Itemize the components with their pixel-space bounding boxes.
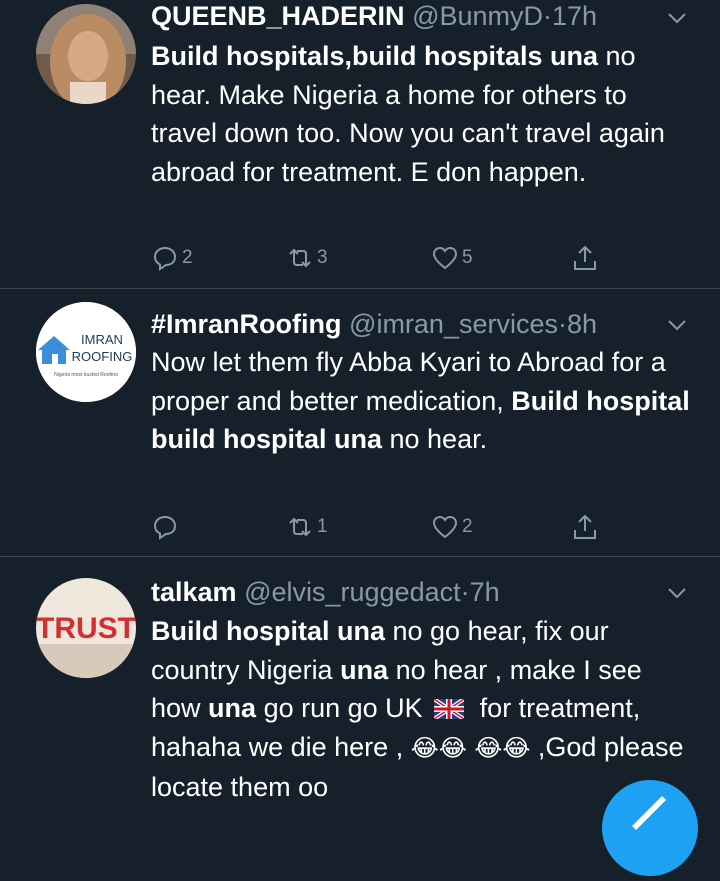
display-name[interactable]: #ImranRoofing [151,309,342,339]
separator-dot: · [558,309,567,339]
user-handle[interactable]: @BunmyD [412,1,543,31]
laughing-emoji: 😂😂 [474,734,531,762]
compose-tweet-button[interactable] [602,780,698,876]
avatar-logo-word: TRUST [36,612,136,645]
separator-dot: · [460,577,470,607]
separator-dot: · [543,1,553,31]
tweet-actions: 2 3 5 [151,243,611,273]
avatar-logo-line2: ROOFING [72,349,133,364]
uk-flag-icon [434,699,465,719]
retweet-button[interactable]: 3 [286,243,328,273]
share-button[interactable] [571,512,602,542]
like-button[interactable]: 5 [431,243,473,273]
laughing-emoji: 😂😂 [410,734,467,762]
like-button[interactable]: 2 [431,512,473,542]
compose-icon [632,796,666,830]
tweet-actions: 1 2 [151,512,611,542]
chevron-down-icon[interactable] [666,7,688,29]
tweet-text: Now let them fly Abba Kyari to Abroad fo… [151,347,690,454]
tweet-header: #ImranRoofing @imran_services·8h [151,306,720,342]
display-name[interactable]: talkam [151,577,237,607]
tweet-header: talkam @elvis_ruggedact·7h [151,574,720,610]
tweet[interactable]: QUEENB_HADERIN @BunmyD·17h Build hospita… [0,0,720,288]
share-icon [574,245,596,270]
avatar[interactable] [36,4,136,104]
display-name[interactable]: QUEENB_HADERIN [151,1,405,31]
user-handle[interactable]: @imran_services [349,309,558,339]
chevron-down-icon[interactable] [666,314,688,336]
avatar[interactable]: IMRAN ROOFING Nigeria most trusted Roofe… [36,302,136,402]
tweet-text: Build hospitals,build hospitals una no h… [151,41,665,187]
share-button[interactable] [571,243,602,273]
reply-button[interactable] [151,512,182,542]
share-icon [574,514,596,539]
timestamp[interactable]: 8h [567,309,597,339]
heart-icon [432,246,458,270]
timestamp[interactable]: 7h [470,577,500,607]
like-count: 2 [462,516,473,537]
reply-icon [153,246,177,271]
avatar-logo-line1: IMRAN [81,332,123,347]
tweet[interactable]: IMRAN ROOFING Nigeria most trusted Roofe… [0,289,720,556]
retweet-icon [289,517,311,537]
tweet-header: QUEENB_HADERIN @BunmyD·17h [151,0,720,34]
avatar-logo-tagline: Nigeria most trusted Roofers [54,372,118,378]
heart-icon [432,515,458,539]
tweet-text: Build hospital una no go hear, fix our c… [151,616,684,802]
retweet-count: 3 [317,247,328,268]
user-handle[interactable]: @elvis_ruggedact [244,577,461,607]
like-count: 5 [462,247,473,268]
reply-icon [153,515,177,540]
reply-button[interactable]: 2 [151,243,193,273]
avatar[interactable]: TRUST [36,578,136,678]
chevron-down-icon[interactable] [666,582,688,604]
retweet-button[interactable]: 1 [286,512,328,542]
timestamp[interactable]: 17h [552,1,597,31]
retweet-count: 1 [317,516,328,537]
retweet-icon [289,248,311,268]
reply-count: 2 [182,247,193,268]
